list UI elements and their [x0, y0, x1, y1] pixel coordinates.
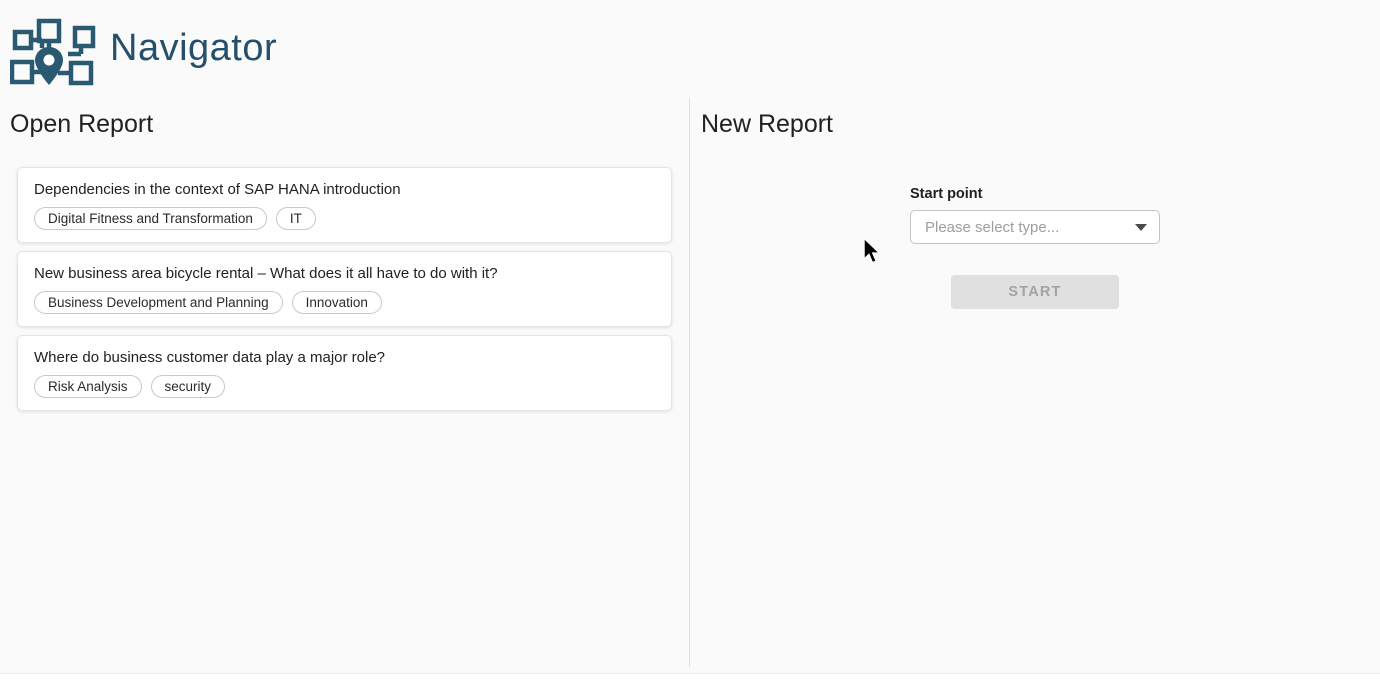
app-title: Navigator	[110, 27, 277, 70]
report-title: New business area bicycle rental – What …	[34, 265, 655, 282]
start-point-label: Start point	[910, 186, 1160, 202]
chevron-down-icon	[1135, 224, 1147, 231]
report-tag-row: Risk Analysis security	[34, 375, 655, 398]
report-card[interactable]: Dependencies in the context of SAP HANA …	[17, 167, 672, 243]
report-tag-row: Business Development and Planning Innovat…	[34, 291, 655, 314]
start-button[interactable]: START	[951, 275, 1119, 309]
report-card[interactable]: Where do business customer data play a m…	[17, 335, 672, 411]
report-tag-row: Digital Fitness and Transformation IT	[34, 207, 655, 230]
report-tag: IT	[276, 207, 316, 230]
open-report-heading: Open Report	[10, 110, 689, 139]
new-report-heading: New Report	[701, 110, 1380, 139]
select-placeholder-text: Please select type...	[925, 219, 1135, 236]
app-header: Navigator	[0, 0, 1380, 97]
new-report-form: Start point Please select type... START	[910, 186, 1160, 309]
report-tag: Risk Analysis	[34, 375, 142, 398]
network-map-pin-icon	[10, 15, 96, 87]
new-report-panel: New Report Start point Please select typ…	[690, 97, 1380, 667]
page-footer-divider	[0, 673, 1380, 679]
start-point-select[interactable]: Please select type...	[910, 210, 1160, 244]
report-tag: security	[151, 375, 226, 398]
report-list: Dependencies in the context of SAP HANA …	[17, 167, 672, 411]
report-title: Dependencies in the context of SAP HANA …	[34, 181, 655, 198]
report-tag: Innovation	[292, 291, 382, 314]
report-tag: Digital Fitness and Transformation	[34, 207, 267, 230]
report-tag: Business Development and Planning	[34, 291, 283, 314]
main-content: Open Report Dependencies in the context …	[0, 97, 1380, 667]
report-card[interactable]: New business area bicycle rental – What …	[17, 251, 672, 327]
report-title: Where do business customer data play a m…	[34, 349, 655, 366]
open-report-panel: Open Report Dependencies in the context …	[0, 97, 690, 667]
